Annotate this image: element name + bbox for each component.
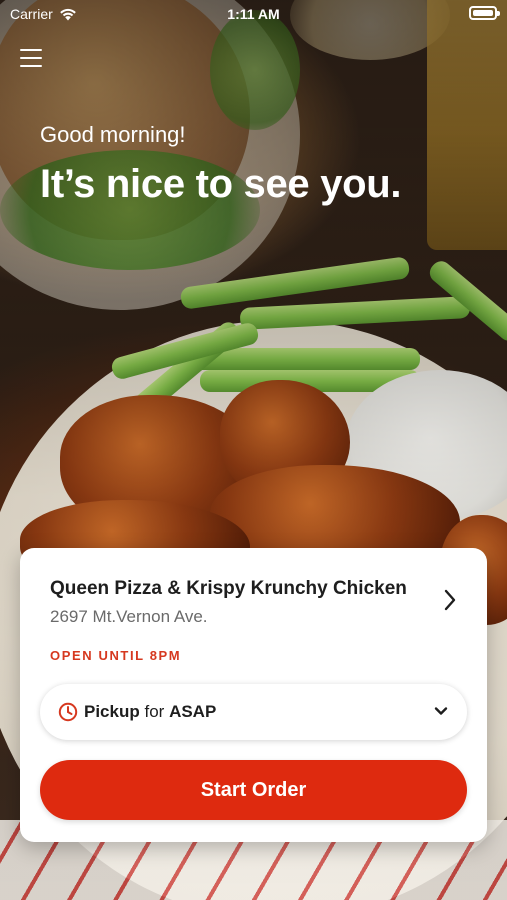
pickup-time-selector[interactable]: Pickup for ASAP: [40, 684, 467, 740]
store-card: Queen Pizza & Krispy Krunchy Chicken 269…: [20, 548, 487, 842]
for-label: for: [144, 702, 165, 721]
chevron-down-icon[interactable]: [433, 703, 449, 719]
store-name[interactable]: Queen Pizza & Krispy Krunchy Chicken: [50, 578, 430, 600]
store-address: 2697 Mt.Vernon Ave.: [50, 607, 208, 626]
hamburger-icon[interactable]: [20, 49, 42, 67]
chevron-right-icon[interactable]: [441, 588, 459, 612]
status-time: 1:11 AM: [227, 6, 280, 22]
clock-icon: [58, 702, 78, 722]
start-order-button[interactable]: Start Order: [40, 760, 467, 820]
pickup-summary: Pickup for ASAP: [84, 702, 216, 722]
battery-icon: [469, 6, 500, 20]
hours-status: OPEN UNTIL 8PM: [50, 648, 182, 663]
timing-label: ASAP: [169, 702, 217, 721]
status-bar: Carrier 1:11 AM: [0, 0, 507, 28]
order-type-label: Pickup: [84, 702, 140, 721]
welcome-headline: It’s nice to see you.: [40, 162, 402, 206]
greeting-text: Good morning!: [40, 122, 186, 147]
